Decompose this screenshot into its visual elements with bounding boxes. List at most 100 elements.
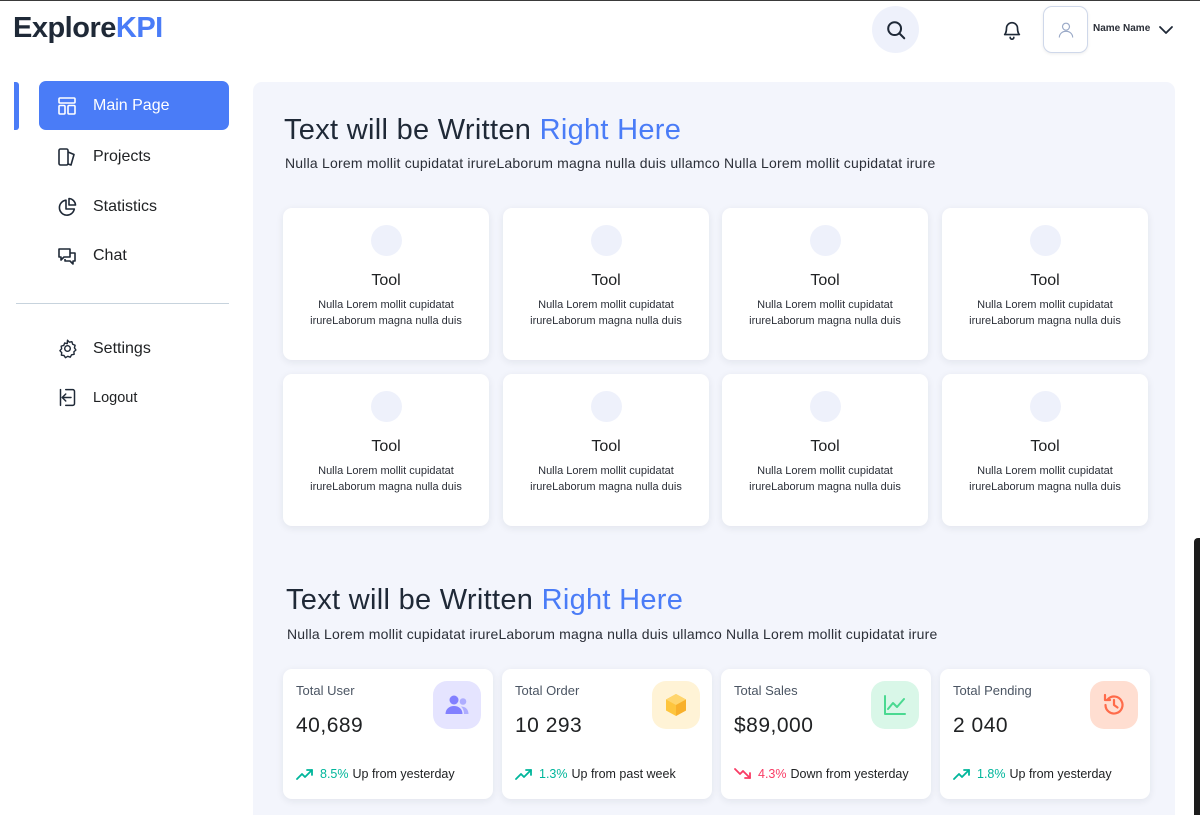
tool-description: Nulla Lorem mollit cupidatat irureLaboru…: [310, 299, 462, 327]
tool-icon-placeholder: [371, 391, 402, 422]
user-name[interactable]: Name Name: [1093, 23, 1150, 34]
trend-text: Up from yesterday: [352, 767, 455, 781]
trend-percent: 8.5%: [320, 767, 349, 781]
tool-card[interactable]: Tool Nulla Lorem mollit cupidatat irureL…: [722, 208, 928, 360]
tool-title: Tool: [1030, 272, 1060, 289]
tool-description: Nulla Lorem mollit cupidatat irureLaboru…: [969, 465, 1121, 493]
tool-icon-placeholder: [1030, 225, 1061, 256]
tool-icon-placeholder: [810, 391, 841, 422]
tool-description: Nulla Lorem mollit cupidatat irureLaboru…: [530, 299, 682, 327]
tool-icon-placeholder: [591, 225, 622, 256]
trending-down-icon: [734, 768, 752, 780]
stat-value: 40,689: [296, 714, 364, 737]
tool-icon-placeholder: [1030, 391, 1061, 422]
sidebar-item-chat[interactable]: Chat: [39, 231, 229, 280]
app-logo[interactable]: ExploreKPI: [13, 12, 163, 45]
trend-percent: 1.8%: [977, 767, 1006, 781]
sidebar-item-label: Main Page: [93, 96, 170, 114]
sidebar-item-main-page[interactable]: Main Page: [39, 81, 229, 130]
tool-icon-placeholder: [591, 391, 622, 422]
sidebar-item-label: Projects: [93, 147, 151, 165]
tool-title: Tool: [371, 272, 401, 289]
tool-card[interactable]: Tool Nulla Lorem mollit cupidatat irureL…: [283, 208, 489, 360]
main-content: Text will be Written Right Here Nulla Lo…: [253, 82, 1175, 815]
search-icon: [886, 20, 905, 39]
stat-card-total-order[interactable]: Total Order 10 293 1.3% Up from past wee…: [502, 669, 712, 799]
stat-trend: 1.8% Up from yesterday: [953, 767, 1112, 781]
window-edge: [1194, 538, 1200, 815]
title-text: Text will be Written: [284, 114, 532, 146]
tool-description: Nulla Lorem mollit cupidatat irureLaboru…: [969, 299, 1121, 327]
trending-up-icon: [515, 768, 533, 780]
user-icon: [1058, 22, 1073, 38]
active-nav-indicator: [14, 82, 19, 130]
projects-icon: [56, 146, 78, 168]
tool-card[interactable]: Tool Nulla Lorem mollit cupidatat irureL…: [942, 374, 1148, 526]
tool-description: Nulla Lorem mollit cupidatat irureLaboru…: [749, 299, 901, 327]
trend-text: Up from yesterday: [1009, 767, 1112, 781]
section-subtitle: Nulla Lorem mollit cupidatat irureLaboru…: [287, 626, 938, 642]
tool-description: Nulla Lorem mollit cupidatat irureLaboru…: [749, 465, 901, 493]
chat-icon: [56, 245, 78, 267]
sidebar-item-statistics[interactable]: Statistics: [39, 182, 229, 231]
notifications-button[interactable]: [999, 17, 1025, 43]
tool-icon-placeholder: [371, 225, 402, 256]
trend-percent: 4.3%: [758, 767, 787, 781]
title-text: Text will be Written: [286, 584, 534, 616]
trend-percent: 1.3%: [539, 767, 568, 781]
stat-value: 10 293: [515, 714, 583, 737]
stat-value: 2 040: [953, 714, 1009, 737]
tool-card[interactable]: Tool Nulla Lorem mollit cupidatat irureL…: [283, 374, 489, 526]
sidebar-item-label: Statistics: [93, 197, 158, 215]
chevron-down-icon[interactable]: [1157, 22, 1175, 38]
stat-value: $89,000: [734, 714, 814, 737]
title-accent-text: Right Here: [541, 584, 684, 616]
sidebar-item-logout[interactable]: Logout: [39, 373, 229, 422]
logo-accent-text: KPI: [115, 12, 163, 44]
search-button[interactable]: [872, 6, 919, 53]
title-accent-text: Right Here: [539, 114, 682, 146]
logo-text: Explore: [13, 12, 116, 44]
users-icon: [433, 681, 481, 729]
tool-title: Tool: [591, 272, 621, 289]
window-top-border: [0, 0, 1200, 1]
tool-title: Tool: [591, 438, 621, 455]
sidebar-divider: [16, 303, 229, 304]
logout-icon: [56, 387, 78, 409]
tool-card[interactable]: Tool Nulla Lorem mollit cupidatat irureL…: [503, 374, 709, 526]
stat-label: Total Pending: [953, 683, 1032, 698]
sidebar-item-projects[interactable]: Projects: [39, 132, 229, 181]
stat-label: Total Order: [515, 683, 580, 698]
tool-description: Nulla Lorem mollit cupidatat irureLaboru…: [530, 465, 682, 493]
bell-icon: [1003, 21, 1021, 40]
pie-chart-icon: [56, 196, 78, 218]
section-title: Text will be Written Right Here: [286, 584, 683, 617]
tool-description: Nulla Lorem mollit cupidatat irureLaboru…: [310, 465, 462, 493]
tool-card[interactable]: Tool Nulla Lorem mollit cupidatat irureL…: [722, 374, 928, 526]
stat-label: Total User: [296, 683, 355, 698]
trend-text: Up from past week: [571, 767, 676, 781]
stat-card-total-pending[interactable]: Total Pending 2 040 1.8% Up from yesterd…: [940, 669, 1150, 799]
tool-title: Tool: [810, 438, 840, 455]
tool-title: Tool: [1030, 438, 1060, 455]
stat-trend: 1.3% Up from past week: [515, 767, 676, 781]
avatar[interactable]: [1043, 6, 1088, 53]
stat-card-total-user[interactable]: Total User 40,689 8.5% Up from yesterday: [283, 669, 493, 799]
trend-text: Down from yesterday: [790, 767, 909, 781]
stat-trend: 8.5% Up from yesterday: [296, 767, 455, 781]
tool-card[interactable]: Tool Nulla Lorem mollit cupidatat irureL…: [942, 208, 1148, 360]
stat-label: Total Sales: [734, 683, 798, 698]
history-icon: [1090, 681, 1138, 729]
stat-card-total-sales[interactable]: Total Sales $89,000 4.3% Down from yeste…: [721, 669, 931, 799]
section-title: Text will be Written Right Here: [284, 114, 681, 147]
tool-icon-placeholder: [810, 225, 841, 256]
tool-card[interactable]: Tool Nulla Lorem mollit cupidatat irureL…: [503, 208, 709, 360]
stat-trend: 4.3% Down from yesterday: [734, 767, 909, 781]
tool-title: Tool: [371, 438, 401, 455]
layout-icon: [56, 95, 78, 117]
box-icon: [652, 681, 700, 729]
sidebar-item-settings[interactable]: Settings: [39, 324, 229, 373]
tool-title: Tool: [810, 272, 840, 289]
sidebar-item-label: Settings: [93, 339, 151, 357]
gear-icon: [56, 338, 78, 360]
